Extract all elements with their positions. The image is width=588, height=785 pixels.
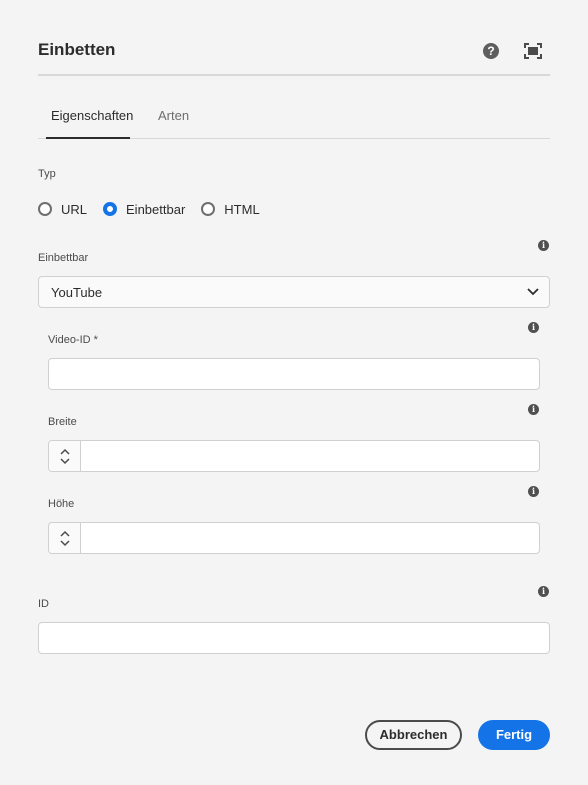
height-input[interactable] — [81, 523, 539, 553]
chevron-down-icon — [527, 288, 539, 296]
radio-url-circle[interactable] — [38, 202, 52, 216]
tab-arten[interactable]: Arten — [158, 108, 189, 123]
height-stepper-buttons[interactable] — [49, 523, 81, 553]
width-stepper-buttons[interactable] — [49, 441, 81, 471]
height-stepper[interactable] — [48, 522, 540, 554]
radio-einbettbar-circle[interactable] — [103, 202, 118, 216]
tab-selected-indicator — [46, 137, 130, 139]
video-id-info-icon[interactable]: i — [528, 322, 539, 333]
embeddable-label: Einbettbar — [38, 252, 89, 264]
width-label: Breite — [48, 416, 77, 428]
id-label: ID — [38, 598, 49, 610]
chevron-down-icon[interactable] — [59, 539, 70, 547]
type-label: Typ — [38, 168, 56, 180]
id-field[interactable] — [38, 622, 550, 654]
tab-eigenschaften[interactable]: Eigenschaften — [51, 108, 133, 123]
fullscreen-icon[interactable] — [524, 43, 542, 59]
chevron-up-icon[interactable] — [59, 448, 70, 455]
radio-html-circle[interactable] — [201, 202, 216, 216]
embeddable-select[interactable]: YouTube — [38, 276, 550, 308]
radio-html[interactable]: HTML — [201, 201, 260, 217]
video-id-label: Video-ID * — [48, 334, 98, 346]
radio-einbettbar[interactable]: Einbettbar — [103, 202, 185, 217]
done-button[interactable]: Fertig — [478, 720, 550, 750]
dialog-title: Einbetten — [38, 40, 116, 59]
embeddable-select-value: YouTube — [51, 285, 103, 300]
radio-url-label: URL — [61, 201, 88, 217]
embed-dialog: Einbetten ? Eigenschaften Arten Typ URL … — [0, 0, 588, 785]
id-input[interactable] — [39, 623, 549, 653]
question-circle-icon[interactable]: ? — [483, 43, 499, 59]
video-id-input[interactable] — [49, 359, 539, 389]
width-stepper[interactable] — [48, 440, 540, 472]
radio-url[interactable]: URL — [38, 202, 87, 217]
radio-html-label: HTML — [224, 201, 260, 217]
video-id-field[interactable] — [48, 358, 540, 390]
header-divider — [38, 74, 550, 76]
embeddable-info-icon[interactable]: i — [538, 240, 549, 251]
chevron-down-icon[interactable] — [59, 457, 70, 465]
id-info-icon[interactable]: i — [538, 586, 549, 597]
type-radio-group: URL Einbettbar HTML — [38, 200, 276, 218]
height-info-icon[interactable]: i — [528, 486, 539, 497]
height-label: Höhe — [48, 498, 75, 510]
width-info-icon[interactable]: i — [528, 404, 539, 415]
chevron-up-icon[interactable] — [59, 530, 70, 537]
radio-einbettbar-label: Einbettbar — [126, 201, 186, 217]
width-input[interactable] — [81, 441, 539, 471]
cancel-button[interactable]: Abbrechen — [365, 720, 462, 750]
